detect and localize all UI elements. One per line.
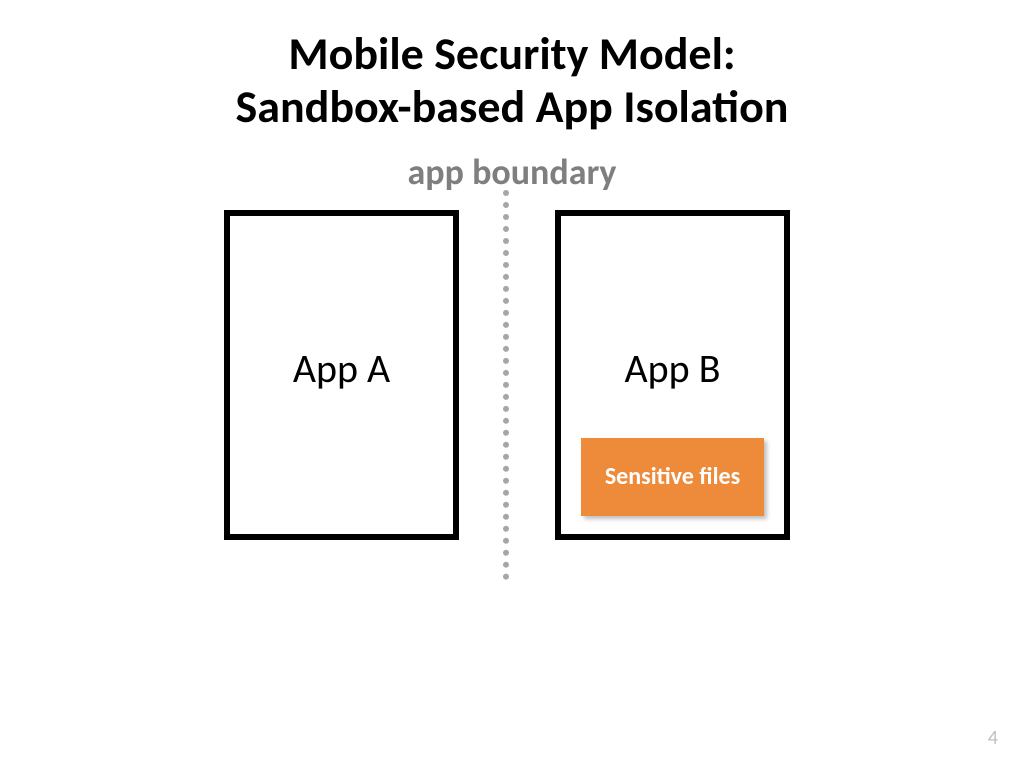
app-b-label: App B bbox=[561, 344, 784, 393]
title-line-1: Mobile Security Model: bbox=[288, 26, 735, 82]
title-line-2: Sandbox-based App Isolation bbox=[236, 79, 789, 135]
slide: Mobile Security Model: Sandbox-based App… bbox=[0, 0, 1024, 768]
page-number: 4 bbox=[988, 726, 998, 750]
slide-title: Mobile Security Model: Sandbox-based App… bbox=[0, 28, 1024, 134]
sensitive-files-label: Sensitive files bbox=[605, 463, 740, 491]
app-boundary-divider bbox=[503, 190, 509, 580]
diagram-area: App A App B Sensitive files bbox=[0, 210, 1024, 590]
boundary-label: app boundary bbox=[0, 150, 1024, 194]
app-a-label: App A bbox=[230, 344, 453, 393]
app-b-box: App B Sensitive files bbox=[555, 210, 790, 540]
sensitive-files-box: Sensitive files bbox=[581, 438, 764, 516]
app-a-box: App A bbox=[224, 210, 459, 540]
